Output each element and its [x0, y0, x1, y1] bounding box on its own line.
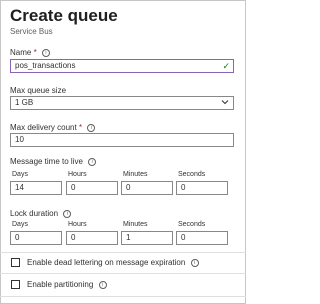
partitioning-label: Enable partitioning i	[27, 280, 107, 289]
name-label-text: Name	[10, 48, 32, 57]
lock-seconds-label: Seconds	[178, 221, 206, 228]
lock-minutes-label: Minutes	[123, 221, 148, 228]
page-title: Create queue	[10, 6, 118, 25]
info-icon[interactable]: i	[87, 123, 96, 132]
dead-lettering-checkbox[interactable]	[11, 258, 20, 267]
message-ttl-label-text: Message time to live	[10, 157, 83, 166]
max-queue-size-select[interactable]: 1 GB	[10, 96, 234, 110]
lock-minutes-input[interactable]: 1	[121, 231, 173, 245]
ttl-hours-input[interactable]: 0	[66, 181, 118, 195]
ttl-hours-label: Hours	[68, 171, 87, 178]
info-icon[interactable]: i	[98, 280, 107, 289]
partitioning-checkbox[interactable]	[11, 280, 20, 289]
info-icon[interactable]: i	[88, 157, 97, 166]
dead-lettering-label: Enable dead lettering on message expirat…	[27, 258, 199, 267]
ttl-seconds-input[interactable]: 0	[176, 181, 228, 195]
ttl-days-input[interactable]: 14	[10, 181, 62, 195]
partitioning-label-text: Enable partitioning	[27, 280, 94, 289]
info-icon[interactable]: i	[190, 258, 199, 267]
lock-days-input[interactable]: 0	[10, 231, 62, 245]
divider	[0, 273, 246, 274]
dead-lettering-label-text: Enable dead lettering on message expirat…	[27, 258, 186, 267]
max-queue-size-value: 1 GB	[15, 98, 34, 107]
max-queue-size-label: Max queue size	[10, 86, 67, 95]
name-label: Name * i	[10, 48, 50, 57]
info-icon[interactable]: i	[63, 209, 72, 218]
name-input-value: pos_transactions	[15, 61, 76, 70]
ttl-days-label: Days	[12, 171, 28, 178]
lock-days-label: Days	[12, 221, 28, 228]
page-subtitle: Service Bus	[10, 27, 53, 36]
max-delivery-count-value: 10	[15, 135, 24, 144]
max-delivery-count-label: Max delivery count * i	[10, 123, 96, 132]
max-delivery-count-input[interactable]: 10	[10, 133, 234, 147]
lock-hours-input[interactable]: 0	[66, 231, 118, 245]
required-marker: *	[33, 48, 37, 57]
max-delivery-count-label-text: Max delivery count	[10, 123, 77, 132]
lock-hours-label: Hours	[68, 221, 87, 228]
info-icon[interactable]: i	[41, 48, 50, 57]
chevron-down-icon	[221, 100, 229, 105]
lock-duration-label-text: Lock duration	[10, 209, 59, 218]
divider	[0, 296, 246, 297]
name-input[interactable]: pos_transactions ✓	[10, 59, 234, 73]
checkmark-icon: ✓	[222, 61, 230, 71]
ttl-minutes-input[interactable]: 0	[121, 181, 173, 195]
message-ttl-label: Message time to live i	[10, 157, 97, 166]
lock-seconds-input[interactable]: 0	[176, 231, 228, 245]
lock-duration-label: Lock duration i	[10, 209, 72, 218]
required-marker: *	[78, 123, 83, 132]
divider	[0, 252, 246, 253]
ttl-minutes-label: Minutes	[123, 171, 148, 178]
ttl-seconds-label: Seconds	[178, 171, 206, 178]
